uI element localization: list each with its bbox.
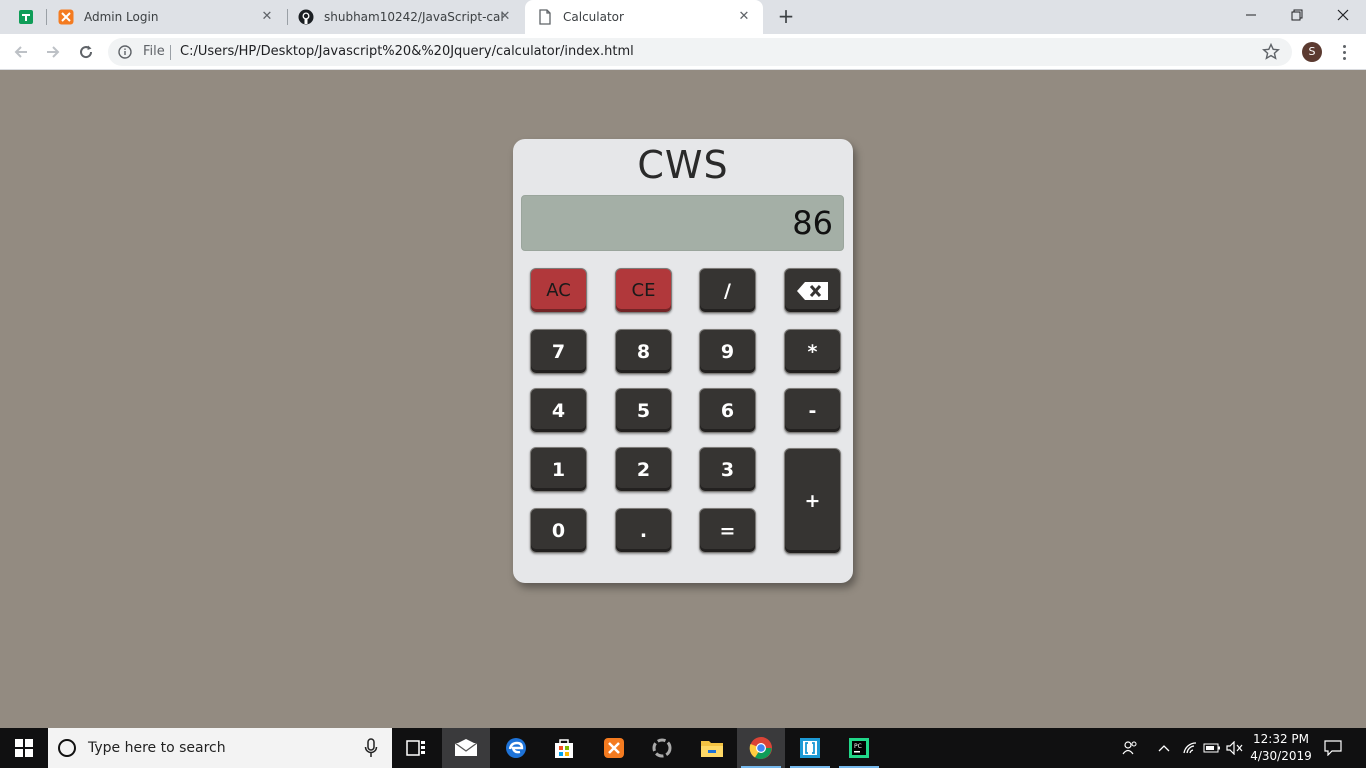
restore-icon [1291,9,1303,21]
key-9[interactable]: 9 [699,329,756,374]
key-1[interactable]: 1 [530,447,587,492]
close-icon [1337,9,1349,21]
key-7[interactable]: 7 [530,329,587,374]
cortana-icon [58,739,76,757]
tab-admin-login[interactable]: Admin Login ✕ [48,0,286,34]
key-ac[interactable]: AC [530,268,587,313]
action-center-icon[interactable] [1318,728,1348,768]
taskbar-clock[interactable]: 12:32 PM 4/30/2019 [1250,731,1312,765]
divider [170,45,171,60]
back-button[interactable] [10,41,32,63]
store-icon[interactable] [540,728,588,768]
close-icon[interactable]: ✕ [737,10,751,24]
back-arrow-icon [14,46,27,58]
minimize-button[interactable] [1228,0,1274,30]
github-icon [298,9,314,25]
minimize-icon [1246,14,1256,16]
profile-avatar[interactable]: S [1302,42,1322,62]
key-backspace[interactable] [784,268,841,313]
chrome-icon[interactable] [737,728,785,768]
forward-button[interactable] [42,41,64,63]
url-text[interactable]: C:/Users/HP/Desktop/Javascript%20&%20Jqu… [180,44,634,59]
volume-muted-icon[interactable] [1224,728,1246,768]
brackets-icon[interactable] [786,728,834,768]
key-ce[interactable]: CE [615,268,672,313]
key-plus[interactable]: + [784,448,841,554]
microphone-icon[interactable] [364,738,378,758]
calculator-display: 86 [521,195,844,251]
mail-icon[interactable] [442,728,490,768]
menu-icon[interactable] [1336,42,1352,62]
start-button[interactable] [0,728,48,768]
forward-arrow-icon [47,46,60,58]
new-tab-button[interactable]: + [775,5,797,27]
tab-title: shubham10242/JavaScript-calcul [324,10,504,24]
display-value: 86 [792,204,833,242]
settings-sync-icon[interactable] [638,728,686,768]
xampp-icon[interactable] [590,728,638,768]
calculator: CWS 86 AC CE / 7 8 9 * 4 5 6 - 1 2 3 + 0… [513,139,853,583]
xampp-icon [58,9,74,25]
tab-github[interactable]: shubham10242/JavaScript-calcul ✕ [288,0,524,34]
file-explorer-icon[interactable] [688,728,736,768]
close-icon[interactable]: ✕ [260,10,274,24]
clock-date: 4/30/2019 [1250,749,1312,763]
key-4[interactable]: 4 [530,388,587,433]
document-icon [537,9,553,25]
tab-sheets[interactable] [8,0,46,34]
key-5[interactable]: 5 [615,388,672,433]
key-divide[interactable]: / [699,268,756,313]
windows-taskbar: Type here to search PC 12:32 PM 4/30/201… [0,728,1366,768]
tab-title: Admin Login [84,10,159,24]
people-icon[interactable] [1118,728,1142,768]
key-multiply[interactable]: * [784,329,841,374]
restore-button[interactable] [1274,0,1320,30]
backspace-icon [796,281,828,300]
key-equals[interactable]: = [699,508,756,553]
task-view-icon[interactable] [392,728,440,768]
browser-toolbar: File C:/Users/HP/Desktop/Javascript%20&%… [0,34,1366,70]
tab-separator [46,9,47,25]
close-window-button[interactable] [1320,0,1366,30]
taskbar-search-box[interactable]: Type here to search [48,728,392,768]
scheme-label: File [143,44,165,59]
address-bar[interactable]: File C:/Users/HP/Desktop/Javascript%20&%… [108,38,1292,66]
bookmark-star-icon[interactable] [1262,43,1280,61]
search-placeholder: Type here to search [88,740,226,756]
battery-icon[interactable] [1202,728,1222,768]
reload-icon [80,45,93,59]
key-6[interactable]: 6 [699,388,756,433]
pycharm-icon[interactable]: PC [835,728,883,768]
info-icon[interactable] [118,45,132,59]
chevron-up-icon[interactable] [1154,728,1174,768]
key-dot[interactable]: . [615,508,672,553]
close-icon[interactable]: ✕ [498,10,512,24]
google-sheets-icon [18,9,34,25]
tab-calculator[interactable]: Calculator ✕ [525,0,763,34]
clock-time: 12:32 PM [1253,732,1309,746]
tab-title: Calculator [563,10,624,24]
windows-logo-icon [15,739,33,757]
key-2[interactable]: 2 [615,447,672,492]
reload-button[interactable] [75,41,97,63]
edge-icon[interactable] [492,728,540,768]
tab-strip: Admin Login ✕ shubham10242/JavaScript-ca… [0,0,1366,34]
key-minus[interactable]: - [784,388,841,433]
key-8[interactable]: 8 [615,329,672,374]
svg-text:PC: PC [854,743,862,750]
wifi-icon[interactable] [1180,728,1200,768]
key-3[interactable]: 3 [699,447,756,492]
key-0[interactable]: 0 [530,508,587,553]
calculator-title: CWS [637,143,729,187]
